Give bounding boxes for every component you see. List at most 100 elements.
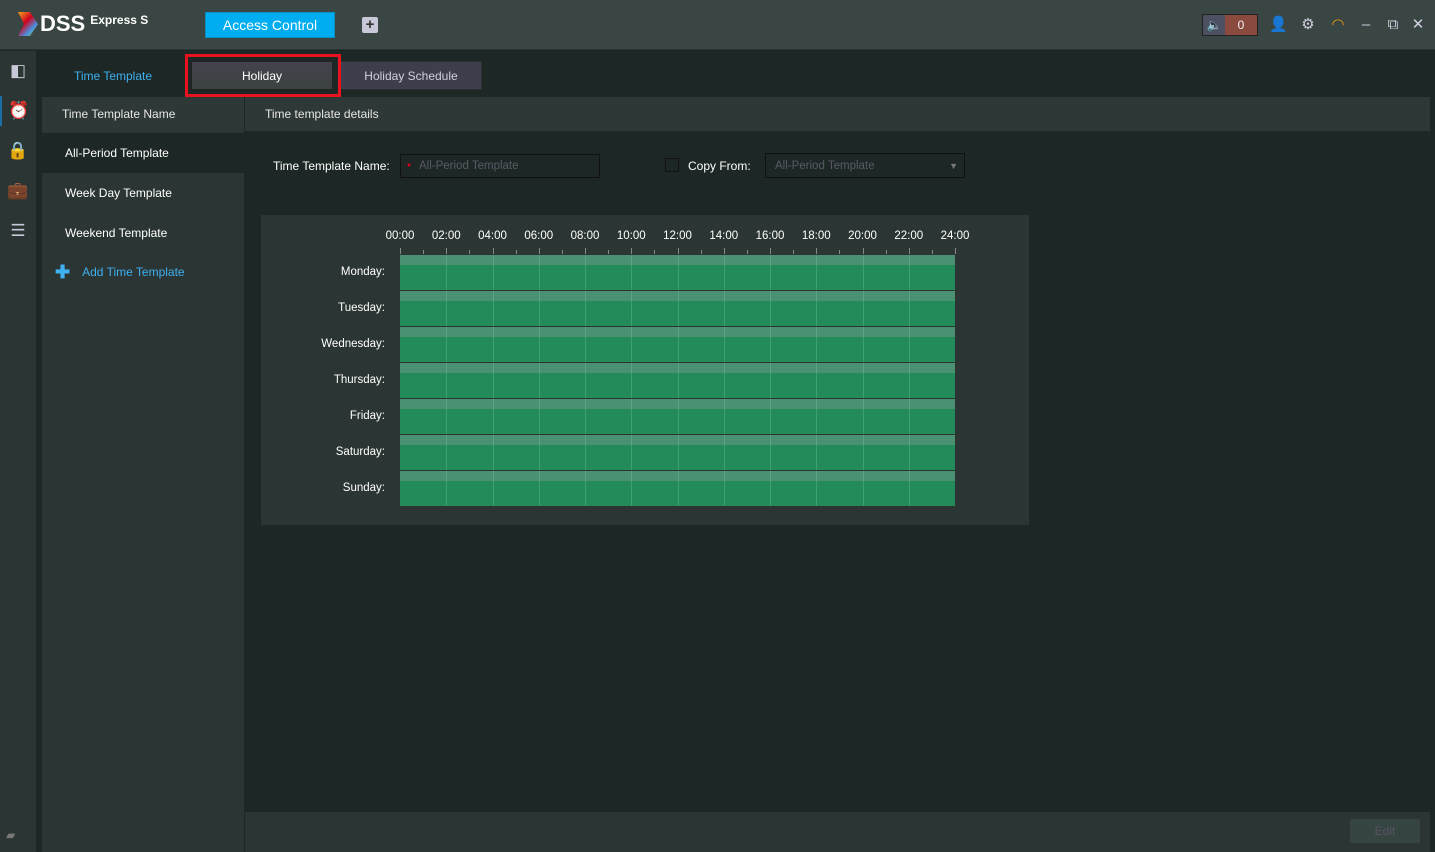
grid-line [908, 399, 910, 434]
hour-tick-mark [677, 248, 679, 254]
grid-line [816, 255, 818, 290]
day-schedule-row[interactable] [400, 399, 955, 434]
plus-icon: ✚ [55, 262, 71, 282]
grid-line [492, 471, 494, 506]
hour-minor-tick [793, 250, 795, 254]
grid-line [770, 363, 771, 398]
copy-from-checkbox[interactable] [665, 158, 679, 172]
alarm-indicator[interactable]: 🔈 0 [1202, 14, 1258, 36]
device-lock-icon[interactable]: 🔒 [0, 136, 36, 166]
day-label: Sunday: [342, 482, 385, 494]
grid-line [770, 471, 771, 506]
hour-minor-tick [469, 250, 471, 254]
day-label: Tuesday: [338, 302, 385, 314]
grid-line [677, 471, 679, 506]
grid-line [446, 435, 448, 470]
collapse-icon[interactable]: ▰ [6, 828, 15, 842]
door-icon[interactable]: ◧ [0, 56, 36, 86]
grid-line [585, 291, 586, 326]
grid-line [770, 435, 771, 470]
grid-line [631, 291, 633, 326]
grid-line [816, 291, 818, 326]
hour-minor-tick [746, 250, 748, 254]
template-item[interactable]: Week Day Template [42, 173, 244, 213]
grid-line [492, 435, 494, 470]
grid-line [862, 471, 864, 506]
briefcase-icon[interactable]: 💼 [0, 176, 36, 206]
grid-line [816, 435, 818, 470]
grid-line [538, 327, 540, 362]
highlight-box [185, 54, 341, 97]
hour-tick-mark [862, 248, 864, 254]
tab-holiday-schedule[interactable]: Holiday Schedule [340, 61, 482, 90]
hour-tick-label: 22:00 [894, 230, 924, 242]
day-schedule-row[interactable] [400, 435, 955, 470]
logo-subtext: Express S [90, 13, 149, 27]
template-item[interactable]: All-Period Template [42, 133, 244, 173]
hour-tick-mark [446, 248, 448, 254]
app-tab-access-control[interactable]: Access Control [205, 12, 335, 38]
day-schedule-row[interactable] [400, 255, 955, 290]
chevron-down-icon: ▼ [949, 161, 958, 171]
day-schedule-row[interactable] [400, 363, 955, 398]
day-schedule-row[interactable] [400, 327, 955, 362]
footer-bar [245, 812, 1430, 852]
minimize-icon[interactable]: – [1357, 15, 1375, 35]
gear-icon[interactable]: ⚙ [1299, 15, 1317, 35]
restore-icon[interactable]: ⧉ [1384, 15, 1402, 35]
grid-line [723, 399, 725, 434]
day-label: Wednesday: [321, 338, 385, 350]
hour-minor-tick [885, 250, 887, 254]
hour-minor-tick [839, 250, 841, 254]
hour-tick-label: 04:00 [478, 230, 507, 242]
template-name-input[interactable]: • All-Period Template [400, 154, 600, 178]
grid-line [492, 255, 494, 290]
template-item[interactable]: Weekend Template [42, 213, 244, 253]
grid-line [862, 399, 864, 434]
grid-line [908, 363, 910, 398]
hour-tick-label: 16:00 [755, 230, 785, 242]
grid-line [538, 471, 540, 506]
grid-line [862, 291, 864, 326]
template-name-value: All-Period Template [419, 160, 519, 172]
alarm-clock-icon[interactable]: ⏰ [0, 96, 36, 126]
close-icon[interactable]: ✕ [1409, 15, 1427, 35]
grid-line [770, 327, 771, 362]
hour-tick-mark [585, 248, 586, 254]
edit-button[interactable]: Edit [1350, 819, 1420, 843]
grid-line [816, 399, 818, 434]
required-marker: • [407, 160, 412, 172]
grid-line [908, 435, 910, 470]
grid-line [677, 291, 679, 326]
hour-tick-label: 00:00 [385, 230, 415, 242]
hour-tick-label: 10:00 [616, 230, 646, 242]
performance-gauge-icon[interactable]: ◠ [1329, 15, 1347, 35]
hour-minor-tick [423, 250, 425, 254]
grid-line [816, 471, 818, 506]
day-label: Thursday: [333, 374, 385, 386]
grid-line [677, 363, 679, 398]
day-schedule-row[interactable] [400, 291, 955, 326]
day-label: Monday: [340, 266, 385, 278]
grid-line [723, 435, 725, 470]
copy-from-select[interactable]: All-Period Template ▼ [765, 153, 965, 178]
grid-line [816, 327, 818, 362]
add-time-template-button[interactable]: ✚ Add Time Template [55, 262, 185, 282]
grid-line [538, 363, 540, 398]
grid-line [446, 471, 448, 506]
add-app-tab-button[interactable]: + [362, 17, 378, 33]
grid-line [538, 435, 540, 470]
grid-line [492, 363, 494, 398]
grid-line [446, 363, 448, 398]
log-list-icon[interactable]: ☰ [0, 216, 36, 246]
name-label: Time Template Name: [273, 159, 390, 173]
tab-time-template[interactable]: Time Template [42, 60, 184, 91]
speaker-icon[interactable]: 🔈 [1203, 15, 1225, 35]
template-list-header: Time Template Name [42, 97, 244, 131]
hour-tick-mark [492, 248, 494, 254]
grid-line [908, 291, 910, 326]
grid-line [631, 327, 633, 362]
user-icon[interactable]: 👤 [1269, 15, 1288, 35]
grid-line [631, 471, 633, 506]
day-schedule-row[interactable] [400, 471, 955, 506]
